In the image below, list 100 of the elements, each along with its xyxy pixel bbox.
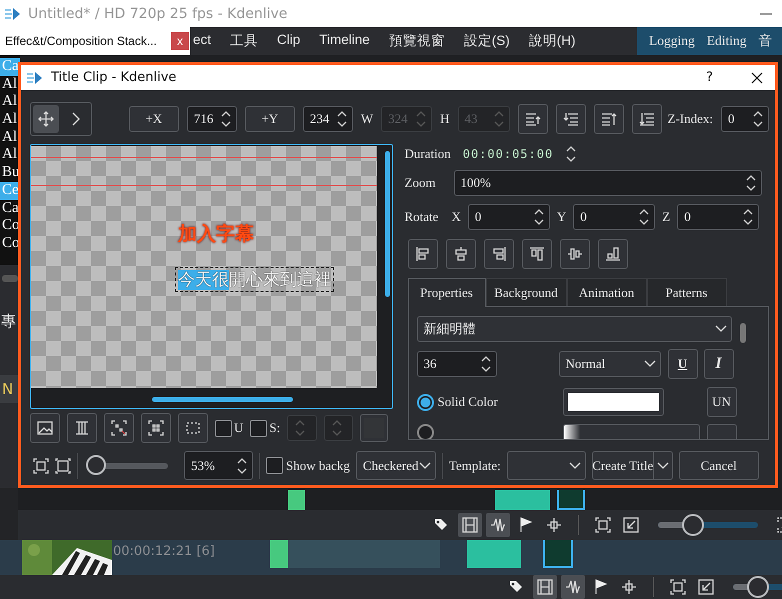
checkbox[interactable] — [266, 457, 283, 474]
font-combo[interactable]: 新細明體 — [416, 316, 732, 342]
spin-field[interactable] — [324, 415, 354, 441]
effect-list-item[interactable]: Ca — [0, 200, 20, 218]
background-combo[interactable]: Checkered — [356, 451, 436, 480]
film-button[interactable] — [458, 513, 482, 537]
checkbox[interactable] — [215, 420, 232, 436]
menu-item[interactable]: 設定(S) — [464, 32, 510, 50]
panel-tab-label[interactable]: Effec&t/Composition Stack... — [5, 34, 165, 48]
align-middle-button[interactable] — [560, 239, 590, 269]
weight-combo[interactable]: Normal — [558, 351, 660, 377]
menu-item[interactable]: ect — [193, 32, 212, 50]
spin-arrows-icon — [742, 208, 754, 226]
zoom-label: Zoom — [404, 175, 437, 191]
scrollbar[interactable] — [152, 397, 293, 402]
duration-label: Duration — [404, 146, 451, 162]
rectangle-tool-button[interactable] — [178, 413, 208, 443]
cancel-button[interactable]: Cancel — [678, 451, 759, 480]
rotate-field[interactable]: 0 — [468, 204, 550, 230]
effect-list-item[interactable]: Al — [0, 146, 20, 164]
timeline-clip[interactable] — [467, 540, 521, 568]
tab[interactable]: Background — [486, 278, 566, 306]
actual-size-button[interactable] — [55, 458, 71, 474]
caps-button[interactable]: UN — [706, 387, 736, 417]
raise-button[interactable] — [518, 104, 548, 134]
waveform-button[interactable] — [561, 575, 585, 599]
font-size-field[interactable]: 36 — [416, 351, 496, 377]
radio-button[interactable] — [416, 394, 434, 410]
spin-field[interactable] — [287, 415, 318, 441]
color-button[interactable] — [360, 414, 388, 442]
waveform-button[interactable] — [486, 513, 510, 537]
align-top-icon — [528, 246, 544, 262]
menu-item[interactable]: 預覽視窗 — [388, 32, 445, 50]
x-button[interactable]: +X — [128, 106, 179, 132]
align-left-button[interactable] — [408, 239, 438, 269]
axis-label: X — [452, 209, 461, 225]
panel-tab[interactable]: 專 — [1, 312, 20, 331]
effect-list-item[interactable]: Al — [0, 76, 20, 94]
close-button[interactable]: x — [171, 32, 189, 50]
raise-to-top-icon — [600, 111, 617, 127]
layout-tab[interactable]: 音 — [758, 32, 772, 50]
zoom-percent-field[interactable]: 53% — [184, 451, 253, 480]
italic-button[interactable]: I — [704, 349, 734, 379]
rotate-field[interactable]: 0 — [677, 204, 760, 230]
effect-list-item[interactable]: Al — [0, 93, 20, 112]
layout-tab[interactable]: Logging — [649, 33, 695, 49]
select-all-icon — [148, 420, 164, 436]
y-field[interactable]: 234 — [302, 106, 353, 132]
duration-field[interactable]: 00:00:05:00 — [462, 147, 554, 161]
unselect-button[interactable] — [104, 413, 134, 443]
scrollbar[interactable] — [385, 151, 390, 297]
timeline-clip[interactable] — [270, 540, 288, 568]
checkbox[interactable] — [250, 420, 268, 436]
radio-button[interactable] — [416, 424, 434, 439]
lower-button[interactable] — [556, 104, 586, 134]
scrollbar[interactable] — [740, 323, 746, 343]
align-center-button[interactable] — [446, 239, 476, 269]
film-button[interactable] — [533, 575, 557, 599]
color-button[interactable] — [562, 388, 664, 416]
image-item-button[interactable] — [30, 413, 60, 443]
chevron-down-icon — [644, 360, 656, 368]
align-right-button[interactable] — [484, 239, 514, 269]
effect-list-item[interactable]: Al — [0, 111, 20, 129]
align-top-button[interactable] — [522, 239, 552, 269]
timeline-clip[interactable] — [557, 490, 585, 510]
panel-tab[interactable]: N — [0, 375, 20, 403]
help-button[interactable]: ? — [706, 70, 713, 85]
text-tool-button[interactable] — [67, 413, 97, 443]
tab[interactable]: Patterns — [646, 278, 726, 306]
layout-tab[interactable]: Editing — [706, 33, 746, 49]
underline-button[interactable]: U — [668, 349, 698, 379]
waveform-icon — [490, 517, 506, 533]
timeline-clip[interactable] — [495, 490, 550, 510]
timeline-clip[interactable] — [288, 540, 440, 568]
spin-arrows-icon — [220, 110, 232, 128]
menu-item[interactable]: Clip — [277, 32, 300, 50]
spin-arrows-icon — [336, 110, 348, 128]
zoom-field[interactable]: 100% — [454, 170, 762, 196]
timeline-clip[interactable] — [543, 540, 573, 568]
tab[interactable]: Properties — [408, 278, 486, 307]
menu-item[interactable]: Timeline — [319, 32, 370, 50]
effect-list-item[interactable]: Al — [0, 128, 20, 146]
x-field[interactable]: 716 — [186, 106, 237, 132]
scrollbar[interactable] — [2, 275, 18, 282]
create-menu-button[interactable] — [654, 451, 673, 480]
move-tool-button[interactable] — [33, 105, 59, 133]
image-item-icon — [37, 420, 53, 436]
lower-to-bottom-button[interactable] — [632, 104, 662, 134]
select-all-button[interactable] — [141, 413, 171, 443]
timeline-clip[interactable] — [288, 490, 305, 510]
raise-to-top-button[interactable] — [594, 104, 624, 134]
y-button[interactable]: +Y — [244, 106, 295, 132]
menu-item[interactable]: 說明(H) — [528, 32, 576, 50]
z-index-field[interactable]: 0 — [721, 106, 769, 132]
rotate-field[interactable]: 0 — [573, 204, 656, 230]
align-bottom-button[interactable] — [598, 239, 628, 269]
tab[interactable]: Animation — [566, 278, 646, 306]
menu-item[interactable]: 工具 — [230, 32, 258, 50]
create-title-button[interactable]: Create Title — [592, 451, 654, 480]
fit-view-button[interactable] — [33, 458, 49, 474]
